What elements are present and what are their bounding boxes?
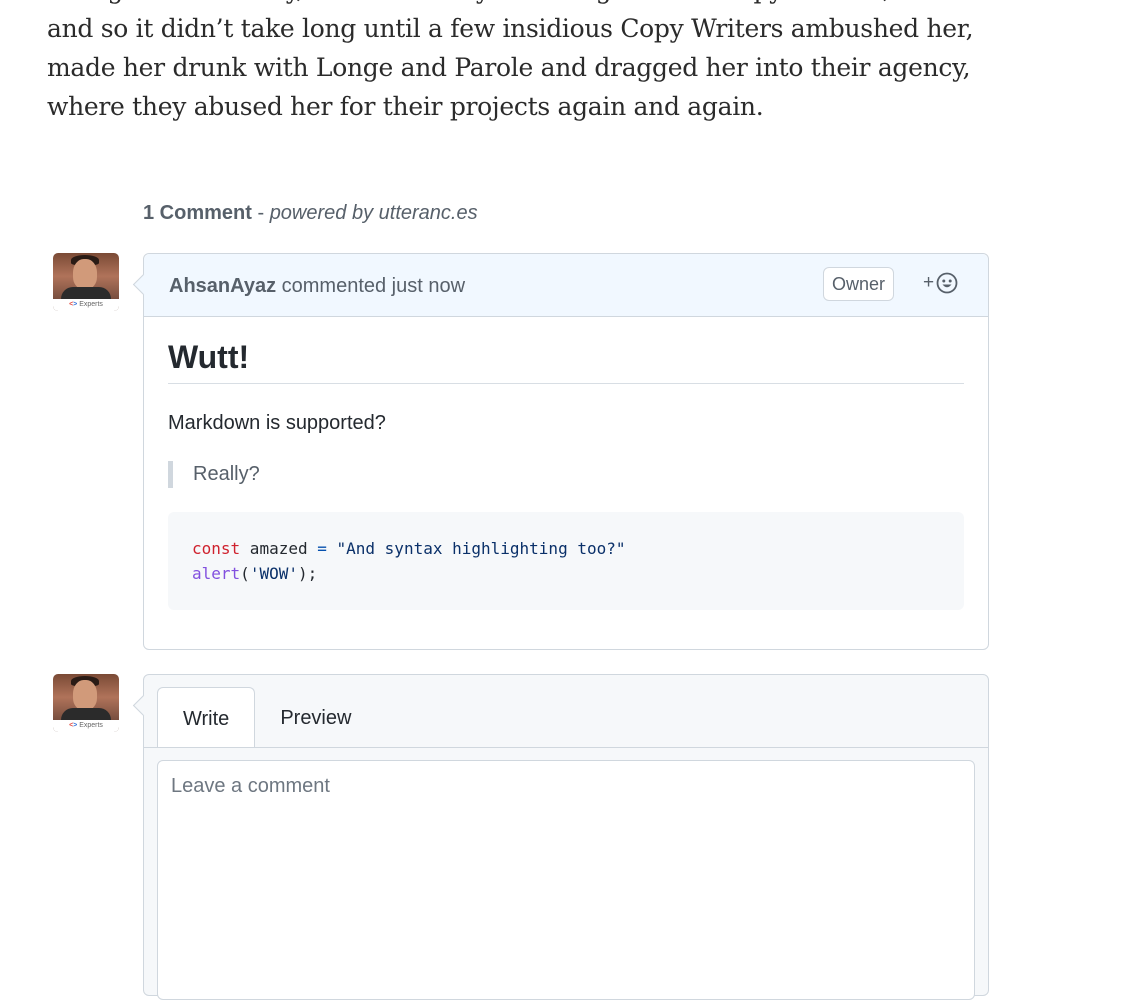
comment: AhsanAyaz commented just now Owner + Wut…: [132, 253, 989, 650]
comment-pointer: [132, 694, 155, 717]
avatar[interactable]: <> Experts: [53, 674, 119, 732]
code-punct: );: [297, 564, 318, 583]
article-line: and so it didn’t take long until a few i…: [47, 14, 974, 43]
article-text: a long and hard way, she was always on t…: [47, 0, 1007, 126]
avatar-badge: <> Experts: [53, 720, 119, 732]
avatar-face: [73, 259, 97, 289]
code-string: "And syntax highlighting too?": [326, 539, 626, 558]
avatar[interactable]: <> Experts: [53, 253, 119, 311]
avatar-badge: <> Experts: [53, 299, 119, 311]
avatar-badge-label: Experts: [79, 722, 103, 729]
comment-pointer: [132, 273, 155, 296]
plus-label: +: [923, 272, 935, 293]
add-reaction-button[interactable]: +: [923, 272, 958, 294]
tabs-divider: [144, 747, 988, 748]
code-brackets-icon: <>: [69, 301, 78, 308]
article-line: a long and hard way, she was always on t…: [47, 0, 1007, 9]
comment-editor: Write Preview: [132, 674, 989, 1000]
powered-by-link[interactable]: powered by utteranc.es: [270, 202, 478, 224]
smiley-icon: [936, 272, 958, 294]
comment-timestamp[interactable]: commented just now: [276, 275, 465, 297]
code-brackets-icon: <>: [69, 722, 78, 729]
comment-count-header: 1 Comment - powered by utteranc.es: [143, 202, 478, 225]
comment-author-line: AhsanAyaz commented just now: [169, 275, 465, 298]
avatar-face: [73, 680, 97, 710]
editor-tabs: Write Preview: [157, 687, 376, 748]
separator: -: [251, 202, 270, 224]
markdown-blockquote: Really?: [168, 461, 964, 488]
comment-header: AhsanAyaz commented just now Owner +: [132, 254, 988, 317]
code-keyword: const: [192, 539, 241, 558]
markdown-heading: Wutt!: [168, 339, 964, 384]
code-operator: =: [317, 539, 327, 558]
avatar-badge-label: Experts: [79, 301, 103, 308]
comment-body: Wutt! Markdown is supported? Really? con…: [144, 339, 988, 610]
article-line: where they abused her for their projects…: [47, 92, 764, 121]
article-line: made her drunk with Longe and Parole and…: [47, 53, 971, 82]
comment-author-link[interactable]: AhsanAyaz: [169, 275, 276, 297]
owner-badge: Owner: [823, 267, 895, 301]
code-variable: amazed: [240, 539, 318, 558]
code-punct: (: [240, 564, 250, 583]
comment-count: 1 Comment: [143, 202, 252, 224]
tab-preview[interactable]: Preview: [255, 687, 376, 747]
code-function: alert: [192, 564, 241, 583]
avatar-shoulders: [61, 287, 111, 299]
markdown-paragraph: Markdown is supported?: [168, 412, 386, 434]
code-string: 'WOW': [249, 564, 298, 583]
tab-write[interactable]: Write: [157, 687, 256, 748]
comment-textarea[interactable]: [157, 760, 975, 1000]
avatar-shoulders: [61, 708, 111, 720]
code-block: const amazed = "And syntax highlighting …: [168, 512, 964, 610]
